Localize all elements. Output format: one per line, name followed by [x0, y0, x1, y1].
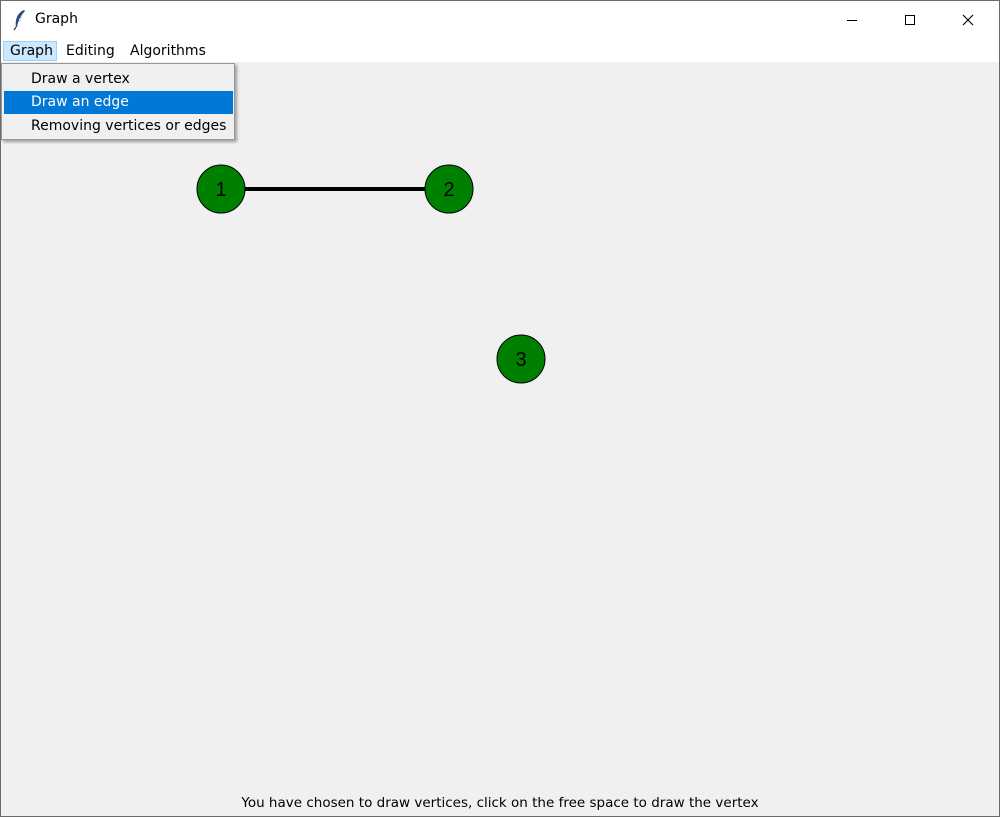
close-button[interactable] [939, 1, 997, 39]
menu-item-draw-vertex[interactable]: Draw a vertex [4, 68, 233, 91]
graph-vertex[interactable]: 2 [424, 164, 474, 214]
vertex-label: 3 [515, 349, 526, 371]
feather-icon [11, 9, 29, 31]
vertex-label: 2 [443, 179, 454, 201]
menu-algorithms[interactable]: Algorithms [124, 41, 212, 61]
window-title: Graph [35, 11, 78, 27]
app-window: Graph Graph Editing Algorithms 1 2 3 You… [0, 0, 1000, 817]
graph-vertex[interactable]: 1 [196, 164, 246, 214]
minimize-button[interactable] [823, 1, 881, 39]
close-icon [962, 14, 974, 26]
title-bar[interactable]: Graph [1, 1, 999, 39]
menu-item-remove[interactable]: Removing vertices or edges [4, 115, 233, 138]
minimize-icon [846, 14, 858, 26]
maximize-button[interactable] [881, 1, 939, 39]
menu-editing[interactable]: Editing [60, 41, 121, 61]
menu-graph[interactable]: Graph [3, 41, 57, 61]
graph-drawing: 1 2 3 [196, 164, 546, 384]
menu-bar: Graph Editing Algorithms [1, 39, 999, 62]
vertex-label: 1 [215, 179, 226, 201]
graph-vertex[interactable]: 3 [496, 334, 546, 384]
graph-menu-dropdown: Draw a vertex Draw an edge Removing vert… [1, 63, 235, 140]
menu-item-draw-edge[interactable]: Draw an edge [4, 91, 233, 114]
graph-canvas[interactable]: 1 2 3 You have chosen to draw vertices, … [1, 62, 999, 816]
maximize-icon [904, 14, 916, 26]
status-text: You have chosen to draw vertices, click … [241, 795, 759, 811]
